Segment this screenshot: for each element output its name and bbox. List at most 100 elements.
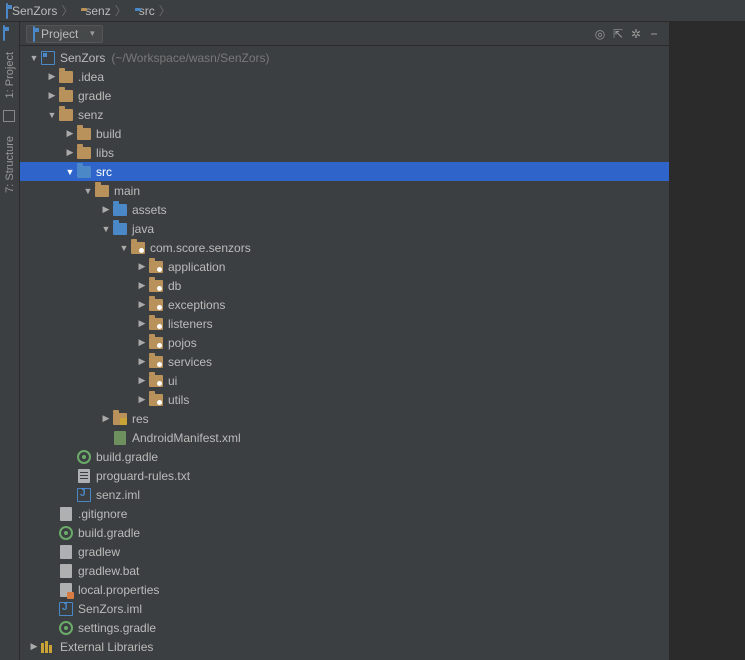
tree-row[interactable]: ▼SenZors(~/Workspace/wasn/SenZors): [20, 48, 669, 67]
breadcrumb-item[interactable]: src〉: [133, 1, 177, 21]
gutter-tab[interactable]: 1: Project: [4, 48, 16, 102]
libs-icon: [40, 639, 56, 655]
project-tree[interactable]: ▼SenZors(~/Workspace/wasn/SenZors)▶.idea…: [20, 46, 669, 660]
chevron-down-icon[interactable]: ▼: [64, 167, 76, 177]
tree-row[interactable]: ▼ src: [20, 162, 669, 181]
tree-row[interactable]: build.gradle: [20, 447, 669, 466]
folder-pkg-icon: [148, 354, 164, 370]
target-icon[interactable]: ◎: [591, 25, 609, 43]
tree-label: AndroidManifest.xml: [132, 431, 241, 445]
tree-path-hint: (~/Workspace/wasn/SenZors): [111, 51, 269, 65]
tree-row[interactable]: senz.iml: [20, 485, 669, 504]
settings-icon[interactable]: ✲: [627, 25, 645, 43]
tree-row[interactable]: .gitignore: [20, 504, 669, 523]
folder-icon: [58, 107, 74, 123]
tree-row[interactable]: ▶ application: [20, 257, 669, 276]
folder-pkg-icon: [148, 316, 164, 332]
chevron-right-icon[interactable]: ▶: [46, 71, 58, 82]
tree-label: senz: [78, 108, 103, 122]
tree-row[interactable]: ▶libs: [20, 143, 669, 162]
breadcrumb-item[interactable]: SenZors〉: [4, 1, 79, 21]
tree-row[interactable]: ▶ db: [20, 276, 669, 295]
tree-row[interactable]: settings.gradle: [20, 618, 669, 637]
tree-row[interactable]: ▶assets: [20, 200, 669, 219]
chevron-right-icon[interactable]: ▶: [136, 299, 148, 310]
tree-row[interactable]: ▶ External Libraries: [20, 637, 669, 656]
tree-label: services: [168, 355, 212, 369]
tree-row[interactable]: ▶ services: [20, 352, 669, 371]
tree-row[interactable]: gradlew: [20, 542, 669, 561]
file-gradle-icon: [58, 620, 74, 636]
tree-label: db: [168, 279, 181, 293]
chevron-right-icon[interactable]: ▶: [136, 356, 148, 367]
breadcrumb-item[interactable]: senz〉: [79, 1, 132, 21]
tree-label: senz.iml: [96, 488, 140, 502]
tree-row[interactable]: ▶ pojos: [20, 333, 669, 352]
tree-row[interactable]: ▼main: [20, 181, 669, 200]
tree-row[interactable]: gradlew.bat: [20, 561, 669, 580]
module-icon: [6, 4, 8, 18]
tree-row[interactable]: ▼ java: [20, 219, 669, 238]
tree-row[interactable]: ▶exceptions: [20, 295, 669, 314]
tree-row[interactable]: ▼ senz: [20, 105, 669, 124]
chevron-down-icon[interactable]: ▼: [118, 243, 130, 253]
chevron-down-icon[interactable]: ▼: [28, 53, 40, 63]
chevron-right-icon[interactable]: ▶: [100, 204, 112, 215]
tree-row[interactable]: build.gradle: [20, 523, 669, 542]
tree-label: listeners: [168, 317, 213, 331]
tree-row[interactable]: ▼ com.score.senzors: [20, 238, 669, 257]
project-icon: [33, 27, 35, 41]
tree-label: External Libraries: [60, 640, 153, 654]
tree-row[interactable]: ▶res: [20, 409, 669, 428]
tree-label: pojos: [168, 336, 197, 350]
tree-row[interactable]: ▶ listeners: [20, 314, 669, 333]
chevron-down-icon[interactable]: ▼: [82, 186, 94, 196]
tree-label: SenZors.iml: [78, 602, 142, 616]
collapse-all-icon[interactable]: ⇱: [609, 25, 627, 43]
breadcrumb-label: src: [139, 4, 155, 18]
gutter-tab[interactable]: 7: Structure: [4, 132, 16, 197]
chevron-right-icon[interactable]: ▶: [136, 394, 148, 405]
folder-pkg-icon: [148, 335, 164, 351]
tree-row[interactable]: local.properties: [20, 580, 669, 599]
file-xml-icon: [112, 430, 128, 446]
chevron-right-icon[interactable]: ▶: [136, 280, 148, 291]
file-iml-icon: [58, 601, 74, 617]
chevron-right-icon[interactable]: ▶: [136, 375, 148, 386]
tree-row[interactable]: ▶ build: [20, 124, 669, 143]
chevron-right-icon[interactable]: ▶: [28, 641, 40, 652]
tree-row[interactable]: ▶.idea: [20, 67, 669, 86]
hide-icon[interactable]: ⎯: [645, 25, 663, 43]
chevron-right-icon[interactable]: ▶: [64, 128, 76, 139]
project-view-selector[interactable]: Project ▼: [26, 25, 103, 43]
structure-gutter-icon[interactable]: [3, 110, 17, 124]
chevron-down-icon[interactable]: ▼: [46, 110, 58, 120]
panel-title: Project: [41, 27, 78, 41]
tree-label: build: [96, 127, 121, 141]
tree-label: application: [168, 260, 225, 274]
tree-row[interactable]: AndroidManifest.xml: [20, 428, 669, 447]
chevron-right-icon[interactable]: ▶: [136, 318, 148, 329]
chevron-right-icon[interactable]: ▶: [136, 261, 148, 272]
tree-label: build.gradle: [96, 450, 158, 464]
folder-pkg-icon: [148, 278, 164, 294]
project-gutter-icon[interactable]: [3, 26, 17, 40]
tree-row[interactable]: ▶ui: [20, 371, 669, 390]
tree-row[interactable]: proguard-rules.txt: [20, 466, 669, 485]
breadcrumb-label: SenZors: [12, 4, 57, 18]
folder-src-icon: [112, 202, 128, 218]
chevron-right-icon[interactable]: ▶: [100, 413, 112, 424]
chevron-right-icon[interactable]: ▶: [64, 147, 76, 158]
folder-src-icon: [76, 164, 92, 180]
chevron-down-icon[interactable]: ▼: [100, 224, 112, 234]
tree-row[interactable]: ▶utils: [20, 390, 669, 409]
chevron-right-icon[interactable]: ▶: [136, 337, 148, 348]
tree-row[interactable]: ▶gradle: [20, 86, 669, 105]
tree-row[interactable]: SenZors.iml: [20, 599, 669, 618]
folder-icon: [76, 126, 92, 142]
tree-label: java: [132, 222, 154, 236]
dropdown-icon: ▼: [88, 29, 96, 38]
tree-label: com.score.senzors: [150, 241, 251, 255]
tree-label: src: [96, 165, 112, 179]
chevron-right-icon[interactable]: ▶: [46, 90, 58, 101]
